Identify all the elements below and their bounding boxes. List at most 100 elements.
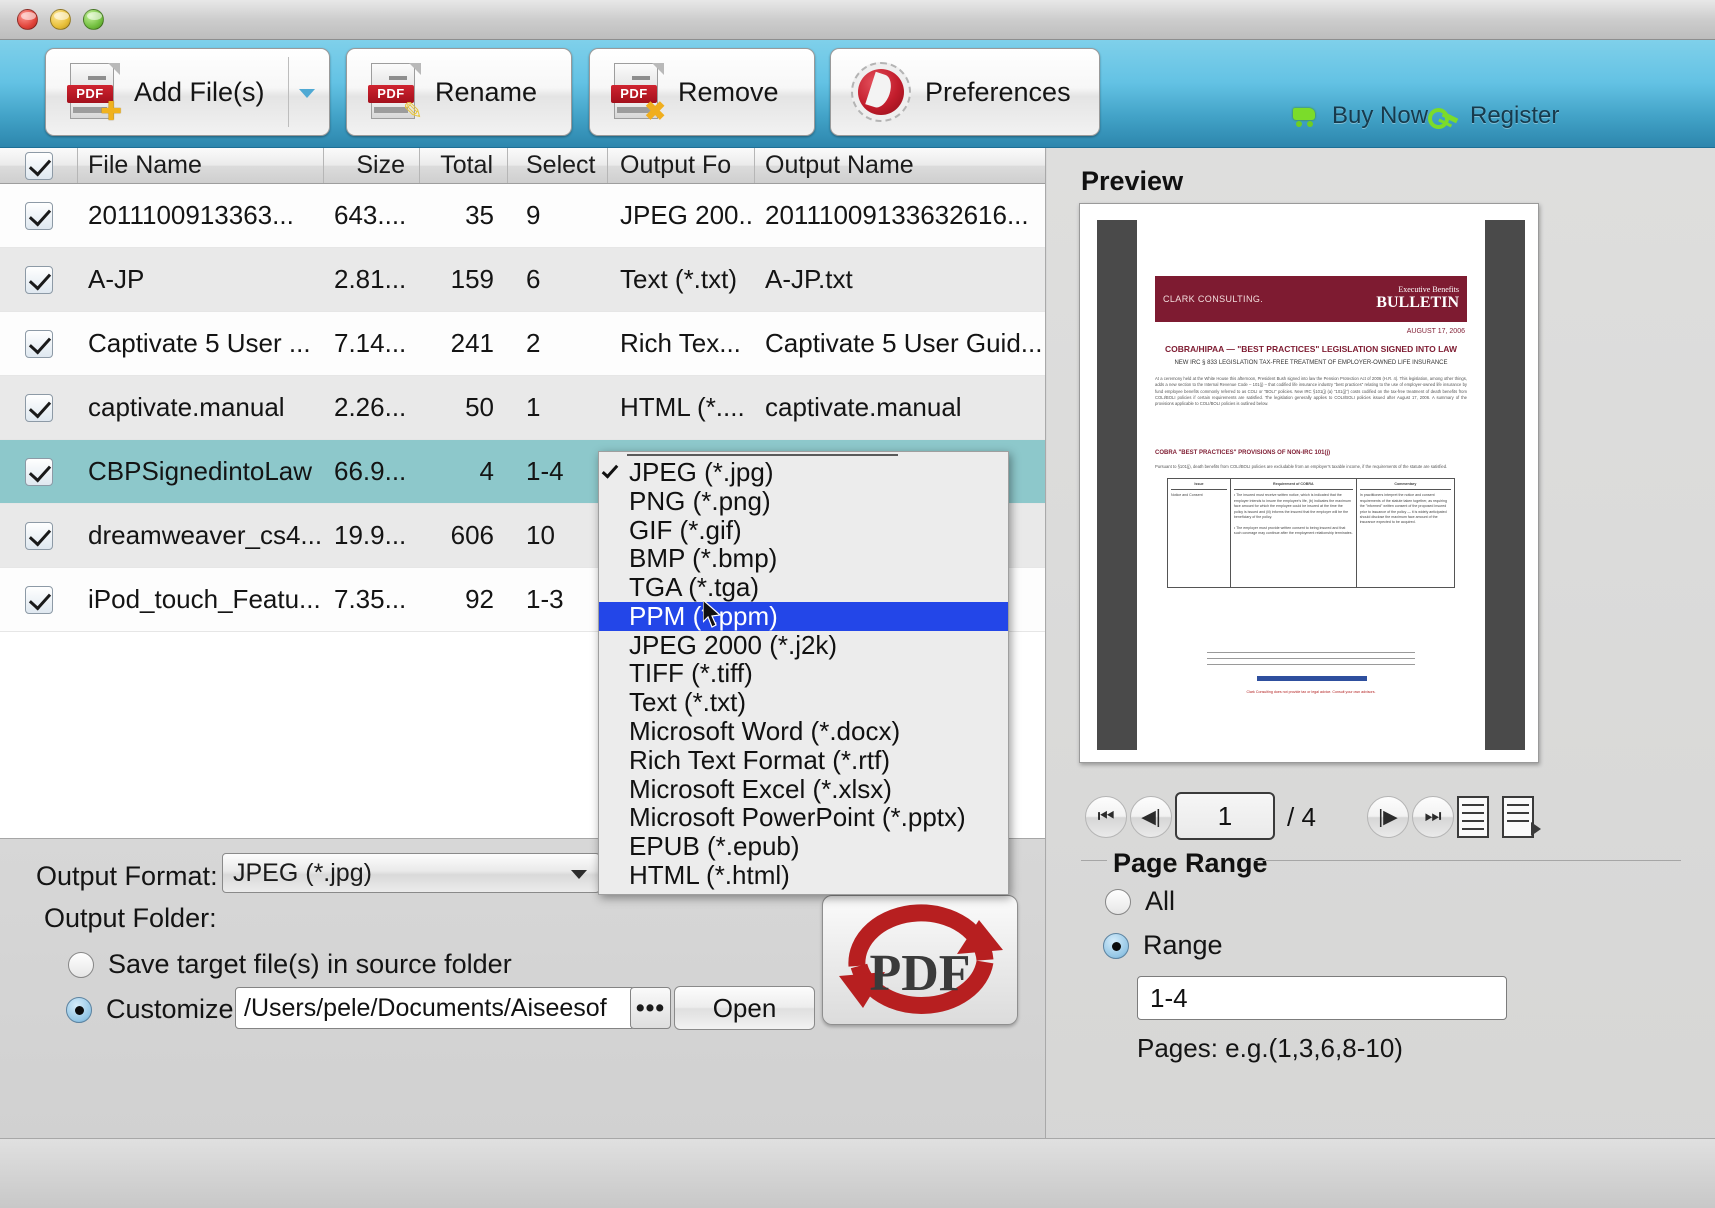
first-page-button[interactable]: ⏮ — [1085, 796, 1127, 838]
cell-total: 50 — [465, 392, 494, 422]
column-header-size[interactable]: Size — [324, 148, 420, 183]
select-all-header[interactable] — [0, 148, 78, 183]
close-window-button[interactable] — [17, 9, 38, 30]
save-in-source-radio[interactable] — [68, 951, 94, 978]
page-range-range-row[interactable]: Range — [1103, 930, 1223, 961]
preview-frame: CLARK CONSULTING. Executive Benefits BUL… — [1079, 203, 1539, 763]
menu-item-html[interactable]: HTML (*.html) — [599, 860, 1008, 890]
row-checkbox-cell[interactable] — [0, 521, 78, 550]
convert-button[interactable]: PDF — [822, 895, 1018, 1025]
cell-total: 92 — [465, 584, 494, 614]
table-row[interactable]: Captivate 5 User ... 7.14... 241 2 Rich … — [0, 312, 1045, 376]
save-in-source-radio-row[interactable]: Save target file(s) in source folder — [68, 949, 512, 980]
cell-select: 1 — [526, 392, 541, 422]
output-path-input[interactable]: /Users/pele/Documents/Aiseesof — [235, 987, 635, 1029]
menu-item-gif[interactable]: GIF (*.gif) — [599, 515, 1008, 545]
menu-item-ppm[interactable]: PPM (*.ppm) — [599, 601, 1008, 631]
rename-label: Rename — [435, 76, 538, 107]
row-checkbox[interactable] — [25, 329, 53, 358]
row-checkbox-cell[interactable] — [0, 329, 78, 358]
doc-table-header-commentary: Commentary — [1359, 482, 1451, 491]
cell-total: 35 — [465, 200, 494, 230]
page-range-range-radio[interactable] — [1103, 932, 1129, 959]
menu-item-powerpoint[interactable]: Microsoft PowerPoint (*.pptx) — [599, 802, 1008, 832]
row-checkbox[interactable] — [25, 585, 53, 614]
row-checkbox-cell[interactable] — [0, 393, 78, 422]
export-page-icon[interactable] — [1502, 796, 1541, 838]
last-page-button[interactable]: ⏭ — [1412, 796, 1454, 838]
menu-item-png[interactable]: PNG (*.png) — [599, 486, 1008, 516]
page-range-all-row[interactable]: All — [1105, 886, 1175, 917]
doc-footer-rules — [1207, 652, 1415, 653]
column-header-total[interactable]: Total — [420, 148, 508, 183]
table-row[interactable]: captivate.manual 2.26... 50 1 HTML (*...… — [0, 376, 1045, 440]
next-page-button[interactable]: |▶ — [1367, 796, 1409, 838]
table-row[interactable]: A-JP 2.81... 159 6 Text (*.txt) A-JP.txt — [0, 248, 1045, 312]
menu-item-rtf[interactable]: Rich Text Format (*.rtf) — [599, 745, 1008, 775]
page-range-all-radio[interactable] — [1105, 888, 1131, 915]
doc-table: Issue Notice and Consent Requirement of … — [1167, 478, 1455, 588]
export-page-line — [1507, 804, 1529, 806]
close-gloss — [21, 12, 36, 20]
pdf-fold-shape — [652, 63, 664, 75]
row-checkbox[interactable] — [25, 457, 53, 486]
column-header-file-name[interactable]: File Name — [78, 148, 324, 183]
cart-icon — [1290, 105, 1320, 127]
menu-item-text[interactable]: Text (*.txt) — [599, 687, 1008, 717]
cell-select: 2 — [526, 328, 541, 358]
buy-now-link[interactable]: Buy Now — [1290, 102, 1428, 130]
previous-page-button[interactable]: ◀| — [1130, 796, 1172, 838]
menu-item-word[interactable]: Microsoft Word (*.docx) — [599, 716, 1008, 746]
row-checkbox-cell[interactable] — [0, 201, 78, 230]
rename-button[interactable]: PDF ✎ Rename — [346, 48, 572, 136]
remove-button[interactable]: PDF ✖ Remove — [589, 48, 815, 136]
doc-masthead-big: BULLETIN — [1376, 293, 1459, 311]
cell-output-format: Rich Tex... — [620, 328, 741, 358]
preferences-button[interactable]: Preferences — [830, 48, 1100, 136]
row-checkbox[interactable] — [25, 393, 53, 422]
menu-item-jpeg2000[interactable]: JPEG 2000 (*.j2k) — [599, 630, 1008, 660]
register-link[interactable]: Register — [1428, 102, 1559, 130]
row-checkbox[interactable] — [25, 265, 53, 294]
browse-folder-button[interactable]: ••• — [630, 987, 671, 1029]
column-header-output-format[interactable]: Output Fo — [608, 148, 755, 183]
cell-total: 159 — [450, 264, 494, 294]
cell-file-name: iPod_touch_Featu... — [88, 584, 321, 614]
pencil-badge-icon: ✎ — [402, 98, 423, 125]
menu-item-jpeg[interactable]: JPEG (*.jpg) — [599, 457, 1008, 487]
preview-viewport[interactable]: CLARK CONSULTING. Executive Benefits BUL… — [1097, 220, 1525, 750]
row-checkbox-cell[interactable] — [0, 265, 78, 294]
output-format-select[interactable]: JPEG (*.jpg) — [222, 853, 600, 893]
page-range-hint: Pages: e.g.(1,3,6,8-10) — [1137, 1033, 1403, 1063]
row-checkbox[interactable] — [25, 521, 53, 550]
maximize-window-button[interactable] — [83, 9, 104, 30]
customize-radio-row[interactable]: Customize: — [66, 994, 241, 1025]
row-checkbox-cell[interactable] — [0, 457, 78, 486]
menu-item-bmp[interactable]: BMP (*.bmp) — [599, 543, 1008, 574]
menu-item-tga[interactable]: TGA (*.tga) — [599, 572, 1008, 602]
cell-select: 1-4 — [526, 456, 564, 486]
chevron-down-icon[interactable] — [299, 89, 315, 98]
doc-table-row-label: Notice and Consent — [1171, 493, 1203, 498]
page-view-icon[interactable] — [1457, 796, 1495, 838]
menu-item-tiff[interactable]: TIFF (*.tiff) — [599, 658, 1008, 688]
column-header-output-name[interactable]: Output Name — [755, 148, 1045, 183]
row-checkbox[interactable] — [25, 201, 53, 230]
menu-item-epub[interactable]: EPUB (*.epub) — [599, 831, 1008, 861]
row-checkbox-cell[interactable] — [0, 585, 78, 614]
customize-radio[interactable] — [66, 996, 92, 1023]
open-folder-button[interactable]: Open — [674, 986, 815, 1030]
column-header-select[interactable]: Select — [508, 148, 608, 183]
table-row[interactable]: 2011100913363... 643.... 35 9 JPEG 200..… — [0, 184, 1045, 248]
minimize-window-button[interactable] — [50, 9, 71, 30]
page-number-input[interactable]: 1 — [1175, 792, 1275, 840]
menu-item-excel[interactable]: Microsoft Excel (*.xlsx) — [599, 774, 1008, 804]
pdf-bar-one — [632, 76, 650, 80]
save-in-source-label: Save target file(s) in source folder — [108, 949, 512, 979]
add-files-button[interactable]: PDF ✚ Add File(s) — [45, 48, 330, 136]
page-range-input[interactable]: 1-4 — [1137, 976, 1507, 1020]
output-format-dropdown-menu[interactable]: JPEG (*.jpg) PNG (*.png) GIF (*.gif) BMP… — [598, 451, 1009, 895]
menu-item-label: BMP (*.bmp) — [629, 543, 778, 574]
cross-badge-icon: ✖ — [644, 96, 666, 126]
select-all-checkbox[interactable] — [24, 151, 53, 180]
